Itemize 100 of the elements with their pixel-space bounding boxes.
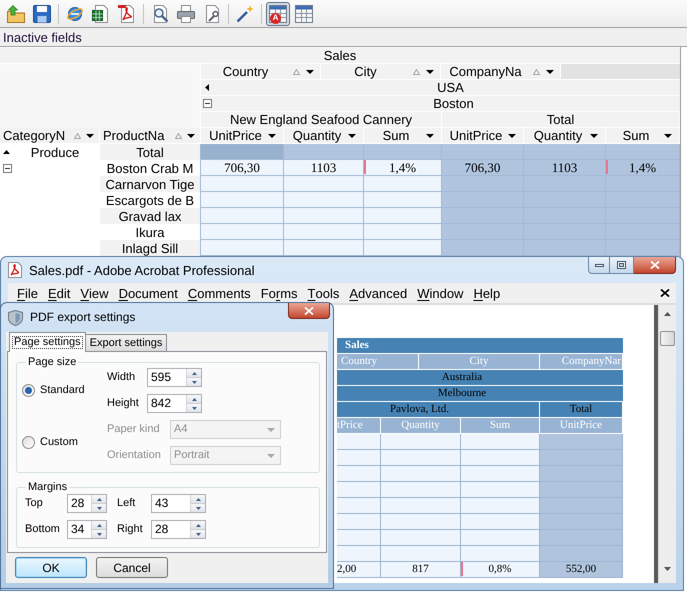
dialog-button[interactable]: Cancel: [96, 557, 168, 578]
report-header: City: [419, 354, 540, 370]
number-field[interactable]: 595: [147, 368, 202, 387]
close-icon: [660, 289, 670, 297]
menu-item[interactable]: View: [75, 283, 114, 303]
caret-up-icon: [196, 524, 200, 526]
collapse-icon[interactable]: [3, 164, 12, 172]
sort-triangle-icon: [413, 68, 420, 74]
number-field[interactable]: 28: [67, 494, 107, 513]
table-cell: 1103: [524, 160, 606, 176]
toolbar-button[interactable]: A: [266, 2, 290, 26]
table-cell: [337, 498, 381, 514]
caret-up-icon: [96, 498, 102, 500]
menu-item[interactable]: Help: [468, 283, 506, 303]
menu-item[interactable]: Window: [412, 283, 468, 303]
scrollbar[interactable]: [658, 305, 676, 583]
row-header: Gravad lax: [100, 208, 201, 224]
caret-down-icon: [96, 506, 102, 510]
spin-up-button[interactable]: [92, 521, 106, 530]
cell-value: 1,4%: [388, 161, 416, 174]
menu-item[interactable]: Document: [114, 283, 183, 303]
spin-up-button[interactable]: [92, 495, 106, 504]
sort-triangle-icon: [533, 68, 540, 74]
tab[interactable]: Export settings: [86, 334, 168, 351]
dialog-button[interactable]: OK: [15, 557, 87, 578]
table-cell: [337, 450, 381, 466]
number-field[interactable]: 842: [147, 394, 202, 413]
menu-item[interactable]: Comments: [182, 283, 256, 303]
tab[interactable]: Page settings: [9, 332, 86, 352]
page-magnifier-icon: [151, 4, 169, 22]
scroll-down-icon: [664, 566, 671, 570]
number-field[interactable]: 28: [151, 520, 206, 539]
column-header[interactable]: Quantity: [524, 128, 606, 144]
menu-item[interactable]: Forms: [256, 283, 303, 303]
spin-up-button[interactable]: [187, 369, 201, 378]
spin-down-button[interactable]: [187, 404, 201, 412]
spin-up-button[interactable]: [191, 521, 205, 530]
column-header[interactable]: Sum: [364, 128, 442, 144]
table-cell: [337, 514, 381, 530]
column-header[interactable]: Sum: [606, 128, 680, 144]
table-cell: 552,00: [540, 562, 623, 578]
close-icon: [304, 306, 314, 314]
row-header: Total: [100, 144, 201, 160]
maximize-button[interactable]: [610, 257, 634, 274]
table-cell: [337, 434, 381, 450]
field-button[interactable]: CategoryN: [0, 128, 100, 144]
left-triangle-icon[interactable]: [205, 84, 209, 91]
minimize-button[interactable]: [588, 257, 610, 274]
spin-down-button[interactable]: [92, 530, 106, 538]
field-button[interactable]: Country: [201, 64, 321, 80]
dropdown-arrow-icon: [187, 134, 195, 138]
table-cell: 1103: [284, 160, 364, 176]
table-cell: 2,00: [337, 562, 381, 578]
menu-item[interactable]: Edit: [42, 283, 76, 303]
column-header[interactable]: Quantity: [284, 128, 364, 144]
dropdown-arrow-icon: [426, 134, 434, 138]
collapse-icon[interactable]: [203, 99, 212, 108]
report-header: Melbourne: [337, 386, 623, 402]
number-field[interactable]: 43: [151, 494, 206, 513]
column-header[interactable]: UnitPrice: [442, 128, 524, 144]
globe-icon: [66, 4, 84, 22]
field-button[interactable]: City: [321, 64, 441, 80]
number-field[interactable]: 34: [67, 520, 107, 539]
scroll-thumb[interactable]: [660, 331, 675, 346]
wand-icon: [236, 4, 254, 22]
close-button[interactable]: [288, 303, 330, 319]
spin-down-button[interactable]: [92, 504, 106, 512]
menu-item[interactable]: Advanced: [344, 283, 412, 303]
dropdown-arrow-icon: [348, 134, 356, 138]
dropdown-arrow-icon: [664, 134, 672, 138]
row-header: Produce: [30, 146, 80, 158]
maximize-icon: [617, 261, 626, 269]
close-document-button[interactable]: [660, 288, 670, 298]
spin-down-button[interactable]: [187, 378, 201, 386]
report-header: Total: [540, 402, 623, 418]
group-title: Page size: [27, 357, 78, 368]
field-label: Orientation: [107, 450, 162, 461]
report-header: Australia: [337, 370, 623, 386]
field-button[interactable]: CompanyNa: [441, 64, 561, 80]
folder-arrow-icon: [7, 4, 25, 22]
report-header: Pavlova, Ltd.: [337, 402, 540, 418]
bar-marker-icon: [606, 160, 608, 174]
table-cell: [337, 546, 381, 562]
menu-item[interactable]: Tools: [302, 283, 344, 303]
close-button[interactable]: [634, 257, 676, 274]
field-button[interactable]: ProductNa: [100, 128, 201, 144]
scroll-up-icon: [664, 312, 671, 316]
menu-item[interactable]: File: [12, 283, 43, 303]
spin-down-button[interactable]: [191, 504, 205, 512]
report-header: Quantity: [381, 418, 461, 434]
dropdown-arrow-icon: [306, 70, 314, 74]
field-label: Left: [117, 498, 136, 509]
dropdown-arrow-icon: [267, 454, 275, 458]
radio-option[interactable]: Custom: [22, 436, 78, 449]
radio-option[interactable]: Standard: [22, 384, 85, 397]
column-header: Total: [442, 112, 680, 128]
column-header[interactable]: UnitPrice: [201, 128, 284, 144]
spin-up-button[interactable]: [191, 495, 205, 504]
spin-down-button[interactable]: [191, 530, 205, 538]
spin-up-button[interactable]: [187, 395, 201, 404]
